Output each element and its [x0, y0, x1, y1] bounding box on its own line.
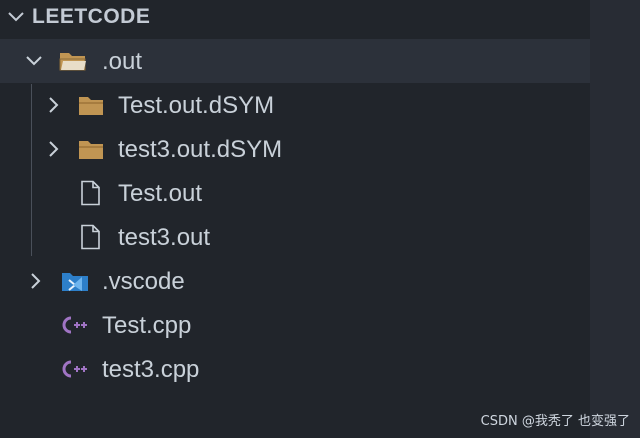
tree-item-label: test3.cpp — [102, 356, 200, 383]
tree-item-test-out-dsym[interactable]: Test.out.dSYM — [0, 83, 590, 127]
chevron-down-icon[interactable] — [6, 7, 26, 27]
folder-icon — [76, 92, 106, 118]
file-icon — [77, 180, 107, 206]
explorer-title: LEETCODE — [32, 5, 151, 28]
tree-item-test3-out[interactable]: test3.out — [0, 215, 590, 259]
tree-item-out-folder[interactable]: .out — [0, 39, 590, 83]
folder-open-icon — [58, 48, 88, 74]
tree-item-test-cpp[interactable]: Test.cpp — [0, 303, 590, 347]
tree-item-label: test3.out.dSYM — [118, 136, 283, 163]
explorer-section-header[interactable]: LEETCODE — [0, 0, 590, 34]
tree-item-vscode-folder[interactable]: .vscode — [0, 259, 590, 303]
vscode-folder-icon — [60, 268, 90, 294]
tree-item-label: Test.cpp — [102, 312, 192, 339]
tree-item-test-out[interactable]: Test.out — [0, 171, 590, 215]
csdn-watermark: CSDN @我秃了 也变强了 — [480, 414, 630, 429]
chevron-right-icon[interactable] — [26, 271, 46, 291]
editor-edge — [590, 0, 640, 438]
tree-item-label: test3.out — [118, 224, 211, 251]
tree-item-label: .vscode — [102, 268, 185, 295]
tree-item-label: .out — [102, 48, 143, 75]
tree-item-label: Test.out — [118, 180, 203, 207]
file-explorer: LEETCODE .out Test.out.dSYM test3.out.dS… — [0, 0, 590, 438]
chevron-right-icon[interactable] — [44, 139, 64, 159]
tree-item-test3-out-dsym[interactable]: test3.out.dSYM — [0, 127, 590, 171]
chevron-down-icon[interactable] — [24, 51, 44, 71]
tree-item-test3-cpp[interactable]: test3.cpp — [0, 347, 590, 391]
chevron-right-icon[interactable] — [44, 95, 64, 115]
folder-icon — [76, 136, 106, 162]
cpp-file-icon — [58, 356, 88, 382]
cpp-file-icon — [58, 312, 88, 338]
file-icon — [77, 224, 107, 250]
tree-item-label: Test.out.dSYM — [118, 92, 275, 119]
